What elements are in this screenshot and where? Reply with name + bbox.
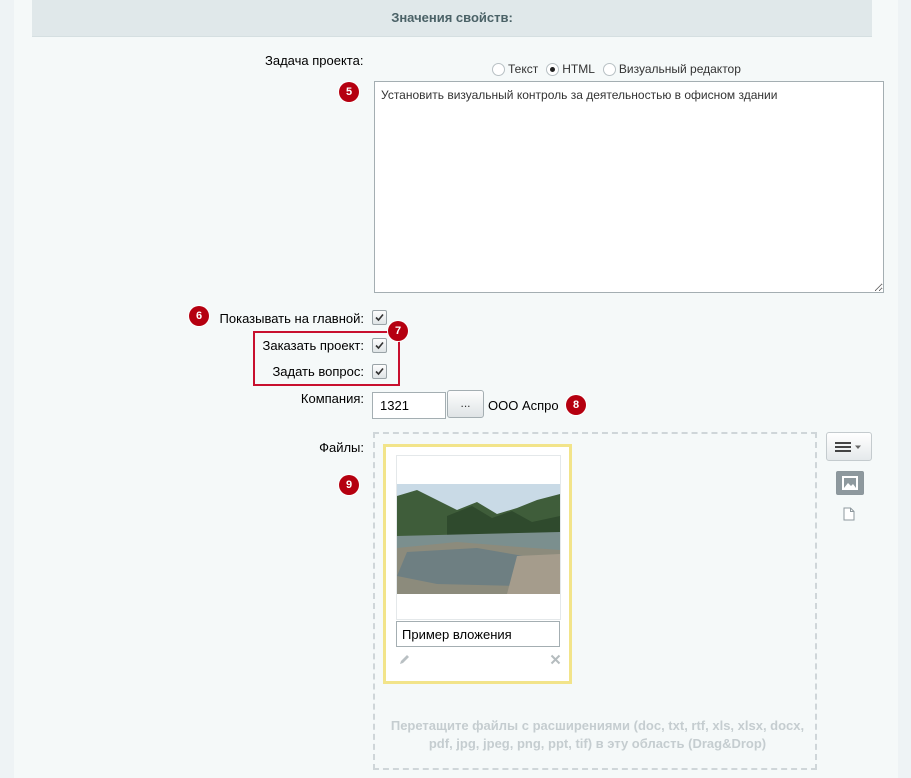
files-menu-button[interactable] — [826, 432, 872, 461]
callout-badge-9: 9 — [339, 475, 359, 495]
file-icon[interactable] — [843, 507, 855, 521]
check-icon — [375, 341, 384, 350]
callout-badge-7: 7 — [388, 321, 408, 341]
company-id-input[interactable] — [372, 392, 446, 419]
delete-icon[interactable] — [550, 654, 561, 665]
callout-badge-5: 5 — [339, 82, 359, 102]
order-project-label: Заказать проект: — [262, 338, 364, 353]
task-textarea[interactable]: Установить визуальный контроль за деятел… — [374, 81, 884, 293]
attachment-thumbnail[interactable] — [396, 455, 561, 620]
attachment-name-input[interactable] — [396, 621, 560, 647]
attachment-card[interactable] — [383, 444, 572, 684]
files-label: Файлы: — [319, 440, 364, 455]
dropzone-hint: Перетащите файлы с расширениями (doc, tx… — [390, 718, 805, 751]
mode-html-option[interactable]: HTML — [546, 62, 595, 76]
ask-question-checkbox[interactable] — [372, 364, 387, 379]
show-main-checkbox[interactable] — [372, 310, 387, 325]
company-label: Компания: — [300, 391, 364, 406]
mode-visual-option[interactable]: Визуальный редактор — [602, 62, 741, 76]
ask-question-label: Задать вопрос: — [272, 364, 364, 379]
pencil-icon[interactable] — [398, 653, 411, 666]
editor-mode-switch: Текст HTML Визуальный редактор — [492, 61, 749, 76]
task-label: Задача проекта: — [265, 53, 364, 68]
landscape-photo-icon — [397, 484, 560, 594]
view-as-images-button[interactable] — [836, 471, 864, 495]
company-name: ООО Аспро — [488, 398, 559, 413]
section-header: Значения свойств: — [32, 0, 872, 37]
browse-company-button[interactable]: ... — [447, 390, 484, 418]
mode-text-option[interactable]: Текст — [492, 62, 538, 76]
order-project-checkbox[interactable] — [372, 338, 387, 353]
image-icon — [842, 476, 858, 490]
hamburger-menu-icon — [835, 442, 861, 452]
show-main-label: Показывать на главной: — [219, 311, 364, 326]
radio-icon — [492, 62, 505, 76]
radio-icon — [602, 62, 616, 76]
check-icon — [375, 367, 384, 376]
check-icon — [375, 313, 384, 322]
radio-selected-icon — [546, 62, 560, 76]
callout-badge-8: 8 — [566, 395, 586, 415]
